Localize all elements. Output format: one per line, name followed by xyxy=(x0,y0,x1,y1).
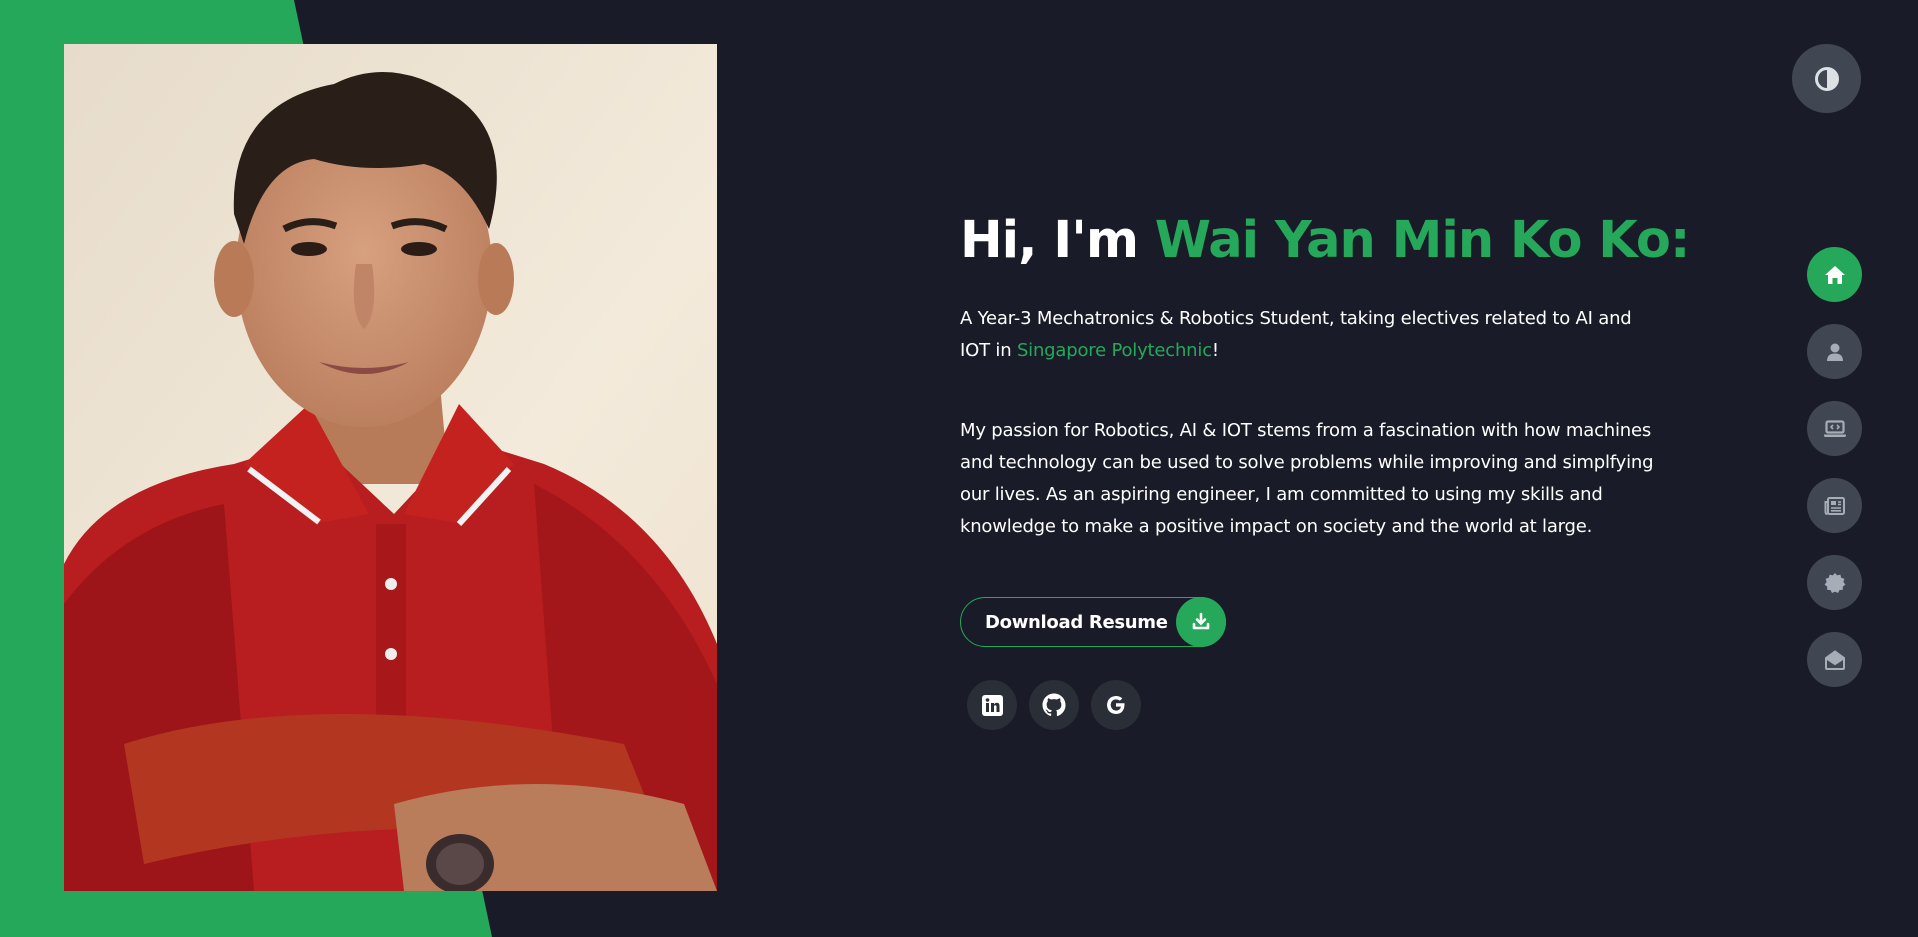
intro-after: ! xyxy=(1211,340,1219,361)
nav-home-button[interactable] xyxy=(1807,247,1862,302)
nav-about-button[interactable] xyxy=(1807,324,1862,379)
nav-certifications-button[interactable] xyxy=(1807,555,1862,610)
google-link[interactable] xyxy=(1091,680,1141,730)
github-icon xyxy=(1042,693,1066,717)
nav-projects-button[interactable] xyxy=(1807,401,1862,456)
newspaper-icon xyxy=(1824,496,1845,515)
intro-text: A Year-3 Mechatronics & Robotics Student… xyxy=(960,303,1660,367)
download-icon[interactable] xyxy=(1176,597,1226,647)
home-icon xyxy=(1824,265,1845,284)
profile-photo xyxy=(64,44,717,891)
laptop-code-icon xyxy=(1823,419,1846,437)
hero-name: Wai Yan Min Ko Ko: xyxy=(1154,211,1691,270)
google-icon xyxy=(1107,696,1125,714)
theme-toggle-button[interactable] xyxy=(1792,44,1861,113)
download-resume-label: Download Resume xyxy=(985,611,1168,633)
github-link[interactable] xyxy=(1029,680,1079,730)
passion-paragraph: My passion for Robotics, AI & IOT stems … xyxy=(960,420,1654,537)
user-icon xyxy=(1826,343,1843,361)
linkedin-link[interactable] xyxy=(967,680,1017,730)
hero-heading: Hi, I'm Wai Yan Min Ko Ko: xyxy=(960,205,1690,277)
nav-contact-button[interactable] xyxy=(1807,632,1862,687)
download-resume-button[interactable]: Download Resume xyxy=(960,597,1226,647)
badge-icon xyxy=(1824,572,1845,593)
envelope-open-icon xyxy=(1824,649,1845,670)
nav-articles-button[interactable] xyxy=(1807,478,1862,533)
hero-section: Hi, I'm Wai Yan Min Ko Ko: A Year-3 Mech… xyxy=(960,205,1690,543)
contrast-icon xyxy=(1814,66,1839,91)
linkedin-icon xyxy=(981,694,1003,716)
school-name: Singapore Polytechnic xyxy=(1016,340,1212,361)
greeting-text: Hi, I'm xyxy=(960,211,1155,270)
